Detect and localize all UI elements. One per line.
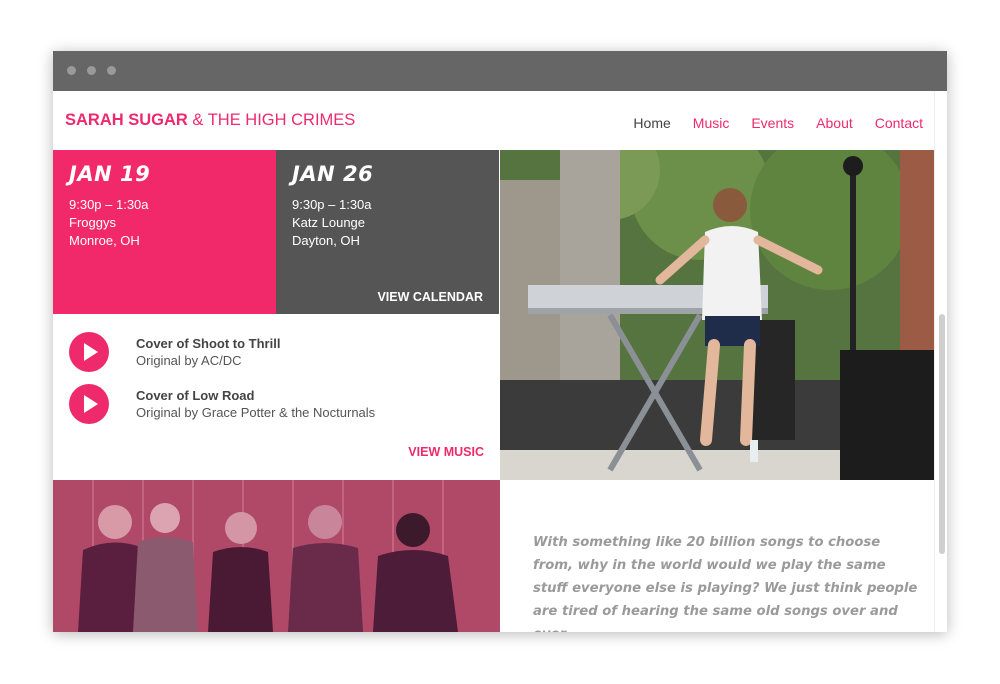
window-maximize-dot[interactable]: [107, 66, 116, 75]
track-item: Cover of Low Road Original by Grace Pott…: [69, 384, 375, 424]
nav-contact[interactable]: Contact: [875, 115, 923, 131]
band-quote: With something like 20 billion songs to …: [533, 535, 918, 632]
event-venue: Katz Lounge: [292, 215, 366, 230]
brand-name-rest: & THE HIGH CRIMES: [187, 111, 356, 129]
event-time: 9:30p – 1:30a: [292, 197, 372, 212]
stage-performance-photo: [500, 150, 935, 480]
browser-window: SARAH SUGAR & THE HIGH CRIMES Home Music…: [53, 51, 947, 632]
event-city: Dayton, OH: [292, 233, 360, 248]
brand-name-bold: SARAH SUGAR: [65, 111, 188, 129]
track-subtitle: Original by Grace Potter & the Nocturnal…: [136, 405, 376, 420]
track-subtitle: Original by AC/DC: [136, 353, 242, 368]
nav-music[interactable]: Music: [693, 115, 730, 131]
event-date: JAN 19: [69, 162, 151, 186]
event-venue: Froggys: [69, 215, 116, 230]
page-scrollbar[interactable]: [934, 91, 947, 632]
nav-home[interactable]: Home: [633, 115, 670, 131]
scrollbar-thumb[interactable]: [939, 314, 945, 554]
event-date: JAN 26: [292, 162, 374, 186]
view-calendar-link[interactable]: VIEW CALENDAR: [377, 290, 483, 304]
event-time: 9:30p – 1:30a: [69, 197, 149, 212]
view-music-link[interactable]: VIEW MUSIC: [408, 445, 484, 459]
event-card-1[interactable]: JAN 19 9:30p – 1:30a Froggys Monroe, OH: [53, 150, 276, 314]
track-title: Cover of Low Road: [136, 388, 255, 403]
band-group-photo: [53, 480, 500, 632]
site-logo[interactable]: SARAH SUGAR & THE HIGH CRIMES: [65, 111, 355, 130]
window-titlebar: [53, 51, 947, 91]
track-item: Cover of Shoot to Thrill Original by AC/…: [69, 332, 280, 372]
music-section: Cover of Shoot to Thrill Original by AC/…: [53, 314, 500, 480]
band-photo-illustration: [53, 480, 500, 632]
play-button-icon[interactable]: [69, 384, 109, 424]
main-nav: Home Music Events About Contact: [633, 115, 923, 131]
window-close-dot[interactable]: [67, 66, 76, 75]
site-header: SARAH SUGAR & THE HIGH CRIMES Home Music…: [53, 91, 947, 150]
event-card-2[interactable]: JAN 26 9:30p – 1:30a Katz Lounge Dayton,…: [276, 150, 499, 314]
event-city: Monroe, OH: [69, 233, 140, 248]
track-title: Cover of Shoot to Thrill: [136, 336, 281, 351]
nav-events[interactable]: Events: [751, 115, 794, 131]
stage-photo-illustration: [500, 150, 935, 480]
web-page: SARAH SUGAR & THE HIGH CRIMES Home Music…: [53, 91, 947, 632]
nav-about[interactable]: About: [816, 115, 853, 131]
play-button-icon[interactable]: [69, 332, 109, 372]
window-minimize-dot[interactable]: [87, 66, 96, 75]
